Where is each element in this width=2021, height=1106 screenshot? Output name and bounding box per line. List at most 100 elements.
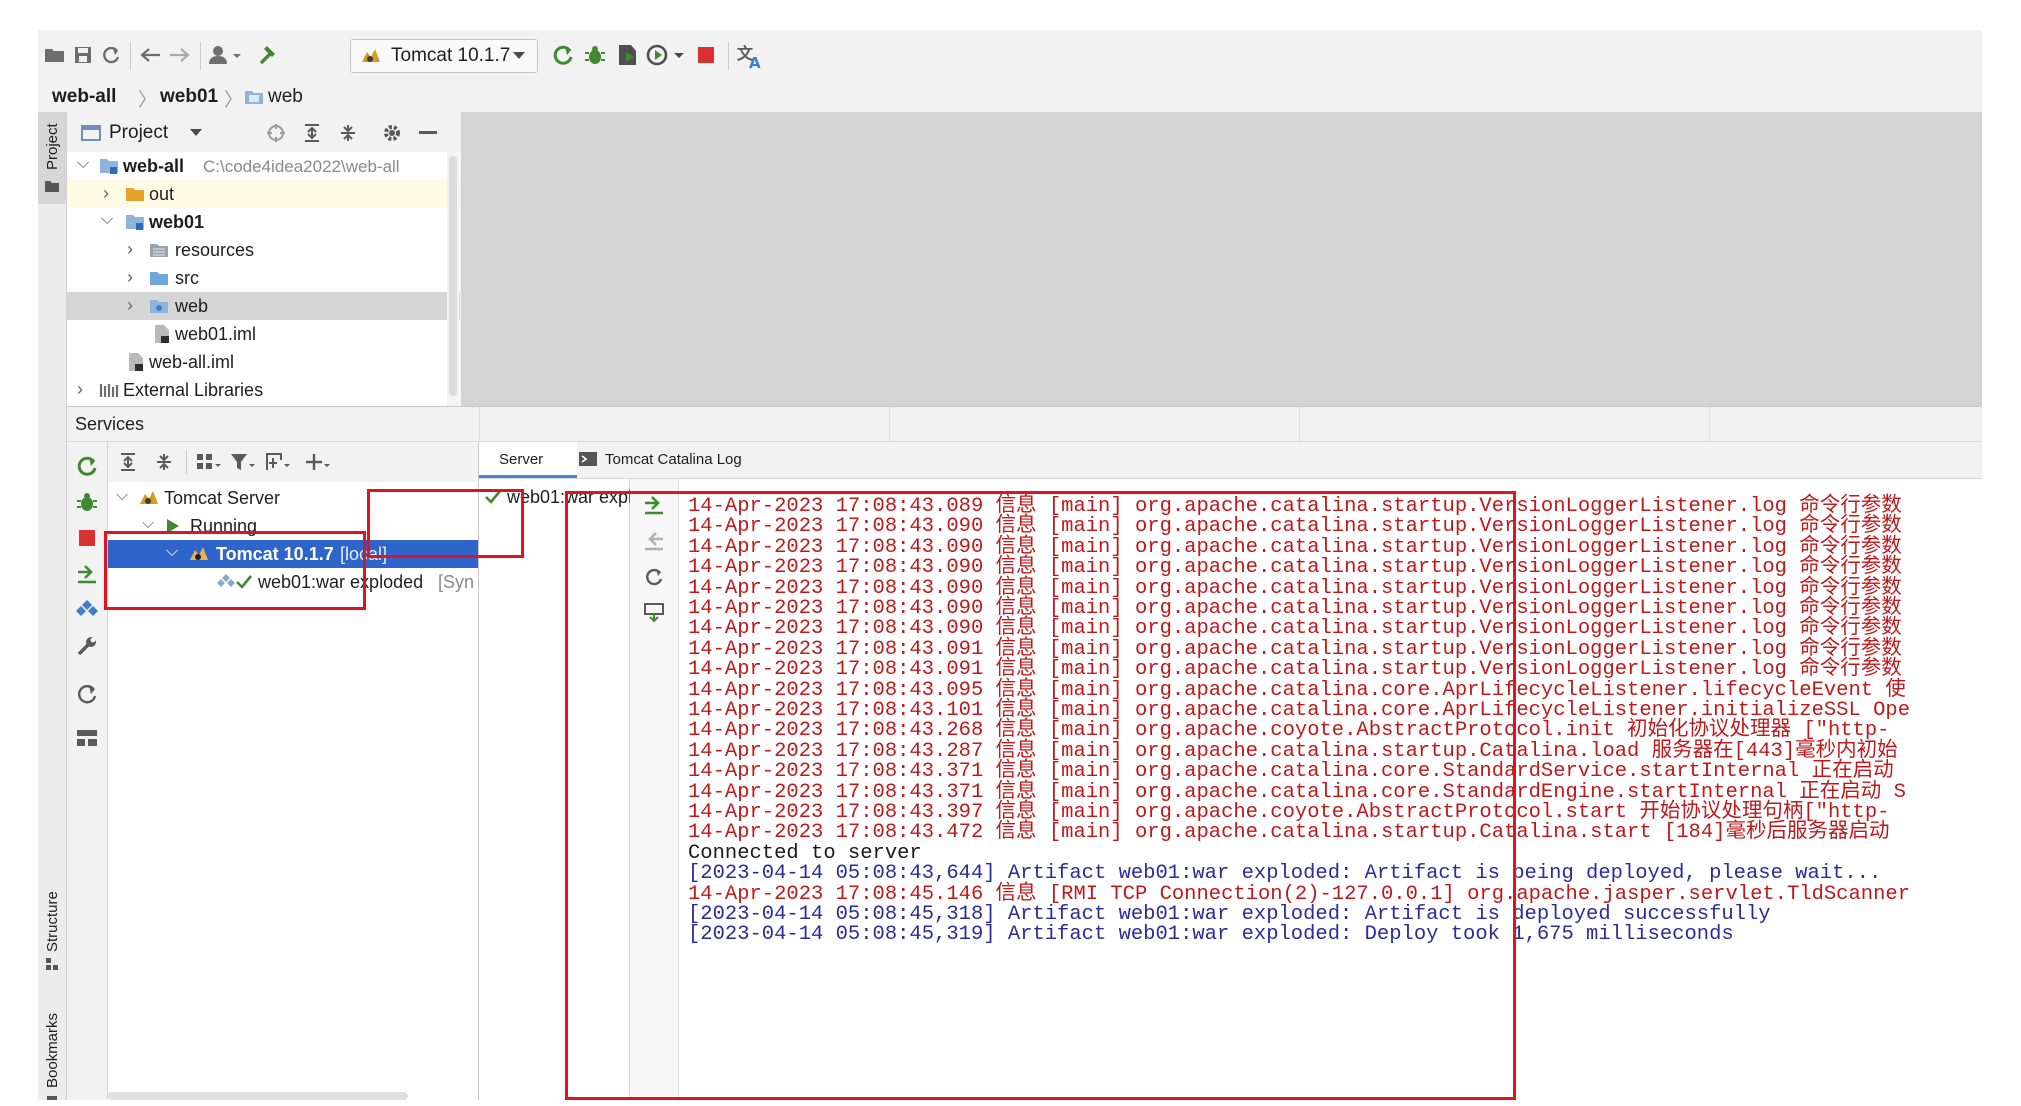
service-tree-suffix: [Syn	[438, 572, 475, 592]
project-panel-header: Project	[67, 112, 460, 152]
services-tree-toolbar	[108, 442, 478, 482]
wrench-icon[interactable]	[75, 634, 99, 658]
chevron-down-icon: ⌵	[101, 211, 114, 228]
iml-file-icon	[153, 324, 171, 344]
libraries-icon	[99, 381, 119, 399]
stop-icon[interactable]	[694, 43, 718, 67]
tree-item-label: External Libraries	[123, 380, 264, 400]
user-dropdown-icon[interactable]	[208, 43, 244, 67]
stop-icon[interactable]	[75, 526, 99, 550]
tree-item-path: C:\code4idea2022\web-all	[203, 157, 400, 176]
breadcrumb-separator-icon: 〉	[224, 90, 244, 111]
profile-run-dropdown-icon[interactable]	[646, 42, 686, 68]
tab-server[interactable]: Server	[479, 442, 577, 478]
services-header: Services	[67, 407, 1982, 442]
hide-panel-icon[interactable]	[417, 122, 439, 144]
open-folder-icon[interactable]	[44, 44, 66, 66]
ide-window: Tomcat 10.1.7 文A web-all 〉 web01 〉 web P…	[38, 30, 1982, 1100]
add-service-icon[interactable]	[304, 450, 332, 474]
structure-tool-button[interactable]: Structure	[38, 872, 66, 972]
sync-icon[interactable]	[100, 44, 122, 66]
resources-folder-icon	[149, 241, 169, 259]
breadcrumb-separator-icon: 〉	[138, 90, 158, 111]
tree-item-web-all[interactable]: ⌵ web-all C:\code4idea2022\web-all	[67, 152, 460, 180]
highlight-box	[104, 531, 366, 610]
highlight-box	[565, 491, 1516, 1100]
debug-bug-icon[interactable]	[582, 42, 608, 68]
deploy-arrow-icon[interactable]	[75, 562, 99, 586]
breadcrumb-item-web-all[interactable]: web-all	[52, 86, 116, 108]
group-by-icon[interactable]	[194, 450, 224, 474]
locate-target-icon[interactable]	[265, 122, 287, 144]
tree-item-out[interactable]: › out	[67, 180, 460, 208]
toolbar-separator	[186, 450, 187, 474]
back-arrow-icon[interactable]	[138, 44, 162, 66]
layout-icon[interactable]	[75, 726, 99, 750]
breadcrumb-item-web01[interactable]: web01	[160, 86, 218, 108]
tree-item-label: resources	[175, 240, 255, 260]
project-scrollbar[interactable]	[447, 152, 459, 406]
tomcat-icon	[138, 488, 160, 508]
save-icon[interactable]	[72, 44, 94, 66]
tree-item-web01-iml[interactable]: web01.iml	[67, 320, 460, 348]
tree-item-src[interactable]: › src	[67, 264, 460, 292]
project-view-icon	[81, 124, 101, 142]
bookmarks-tool-button[interactable]: Bookmarks	[38, 1004, 66, 1100]
rerun-icon[interactable]	[550, 42, 576, 68]
toolbar-separator	[728, 42, 729, 70]
collapse-all-icon[interactable]	[152, 450, 176, 474]
expand-all-icon[interactable]	[301, 122, 323, 144]
tree-item-label: web-all	[123, 156, 185, 176]
collapse-all-icon[interactable]	[337, 122, 359, 144]
expand-all-icon[interactable]	[116, 450, 140, 474]
folder-icon	[244, 89, 264, 105]
header-divider	[479, 407, 480, 441]
services-title: Services	[75, 414, 145, 434]
tree-item-web-all-iml[interactable]: web-all.iml	[67, 348, 460, 376]
refresh-icon[interactable]	[75, 682, 99, 706]
iml-file-icon	[127, 352, 145, 372]
toolbar-separator	[130, 42, 131, 70]
highlight-box	[367, 489, 524, 558]
source-folder-icon	[149, 269, 169, 287]
artifact-icon[interactable]	[75, 598, 99, 622]
svg-text:A: A	[749, 54, 761, 69]
project-view-title[interactable]: Project	[109, 122, 168, 144]
project-tool-label: Project	[44, 123, 61, 170]
rerun-icon[interactable]	[75, 454, 99, 478]
build-hammer-icon[interactable]	[256, 42, 282, 68]
tree-item-web[interactable]: › web	[67, 292, 460, 320]
translate-icon[interactable]: 文A	[736, 42, 764, 70]
breadcrumb-item-web[interactable]: web	[268, 86, 303, 108]
tree-item-label: web01	[149, 212, 205, 232]
gear-icon[interactable]	[381, 122, 403, 144]
chevron-right-icon: ›	[127, 295, 133, 315]
run-configuration-selector[interactable]: Tomcat 10.1.7	[350, 39, 538, 73]
scrollbar-thumb[interactable]	[449, 156, 457, 396]
run-with-coverage-icon[interactable]	[614, 42, 640, 68]
detail-tab-bar: Server Tomcat Catalina Log	[479, 442, 1982, 479]
chevron-right-icon: ›	[77, 379, 83, 399]
new-service-group-icon[interactable]	[264, 450, 292, 474]
bookmark-icon	[44, 1094, 60, 1100]
main-toolbar: Tomcat 10.1.7 文A	[38, 30, 1982, 82]
filter-icon[interactable]	[228, 450, 258, 474]
project-tool-button[interactable]: Project	[38, 112, 66, 204]
tree-item-resources[interactable]: › resources	[67, 236, 460, 264]
tree-item-web01[interactable]: ⌵ web01	[67, 208, 460, 236]
chevron-down-icon: ⌵	[77, 155, 90, 172]
chevron-down-icon[interactable]	[187, 124, 205, 142]
module-folder-icon	[125, 212, 145, 232]
header-divider	[1299, 407, 1300, 441]
tree-item-label: src	[175, 268, 199, 288]
tree-item-label: web01.iml	[175, 324, 257, 344]
service-tree-label: Tomcat Server	[164, 488, 281, 508]
horizontal-scrollbar[interactable]	[108, 1092, 408, 1100]
forward-arrow-icon[interactable]	[168, 44, 192, 66]
tree-item-external-libraries[interactable]: › External Libraries	[67, 376, 460, 404]
debug-bug-icon[interactable]	[75, 490, 99, 514]
chevron-down-icon	[511, 48, 527, 64]
tab-label: Server	[499, 451, 544, 468]
tab-tomcat-catalina-log[interactable]: Tomcat Catalina Log	[579, 442, 779, 478]
breadcrumb: web-all 〉 web01 〉 web	[38, 82, 1982, 113]
